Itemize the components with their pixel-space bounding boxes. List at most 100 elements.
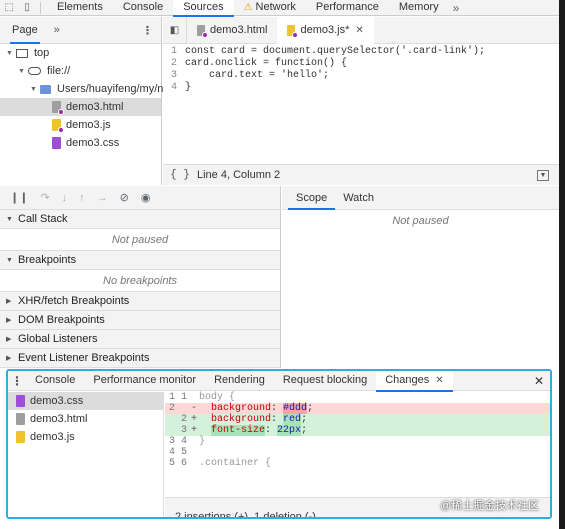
inspect-element-icon[interactable]: ⬚ xyxy=(0,0,18,15)
expand-arrow-icon[interactable]: ▼ xyxy=(18,68,28,75)
tab-scope[interactable]: Scope xyxy=(288,186,336,210)
section-title: Breakpoints xyxy=(18,254,77,266)
breakpoints-empty: No breakpoints xyxy=(0,270,280,292)
debugger-toolbar: ❙❙ ↷ ↓ ↑ → ⊘ ◉ xyxy=(0,186,281,210)
section-title: Event Listener Breakpoints xyxy=(18,352,150,364)
expand-arrow-icon[interactable]: ▼ xyxy=(6,50,16,57)
device-toolbar-icon[interactable]: ▯ xyxy=(18,0,36,15)
cursor-position: Line 4, Column 2 xyxy=(197,169,281,181)
section-xhr-breakpoints[interactable]: ▶ XHR/fetch Breakpoints xyxy=(0,292,280,311)
tab-elements[interactable]: Elements xyxy=(47,0,113,16)
devtools-window: ⬚ ▯ Elements Console Sources ⚠ Network Pe… xyxy=(0,0,559,529)
editor-tabbar: ◧ demo3.html demo3.js* ✕ xyxy=(163,16,559,44)
drawer-tab-rendering[interactable]: Rendering xyxy=(205,371,274,391)
html-file-icon xyxy=(52,101,64,115)
code-area[interactable]: 1 const card = document.querySelector('.c… xyxy=(163,46,559,94)
tab-watch[interactable]: Watch xyxy=(335,186,382,210)
close-drawer-icon[interactable]: ✕ xyxy=(534,374,544,388)
expand-arrow-icon: ▼ xyxy=(6,256,13,264)
editor-tab-demo3-js[interactable]: demo3.js* ✕ xyxy=(277,16,374,44)
code-text: card.text = 'hello'; xyxy=(185,70,330,81)
tab-performance[interactable]: Performance xyxy=(306,0,389,16)
watermark: @稀土掘金技术社区 xyxy=(440,500,540,512)
pause-icon[interactable]: ❙❙ xyxy=(10,191,28,204)
pause-on-exceptions-icon[interactable]: ◉ xyxy=(141,191,151,204)
section-call-stack[interactable]: ▼ Call Stack xyxy=(0,210,280,229)
deactivate-breakpoints-icon[interactable]: ⊘ xyxy=(120,191,129,204)
tree-item-demo3-html[interactable]: demo3.html xyxy=(0,98,161,116)
editor-tab-demo3-html[interactable]: demo3.html xyxy=(187,17,277,44)
new-line-number xyxy=(177,403,187,414)
code-editor-pane: ◧ demo3.html demo3.js* ✕ 1 const card = d… xyxy=(163,16,559,185)
tree-item-demo3-js[interactable]: demo3.js xyxy=(52,116,111,134)
step-out-icon[interactable]: ↑ xyxy=(79,192,85,204)
diff-text: .container { xyxy=(199,458,272,469)
editor-tab-label: demo3.html xyxy=(210,24,268,36)
step-into-icon[interactable]: ↓ xyxy=(62,192,68,204)
html-file-icon xyxy=(16,413,25,425)
step-icon[interactable]: → xyxy=(97,192,108,204)
close-tab-icon[interactable]: ✕ xyxy=(435,375,443,386)
drawer-tab-changes[interactable]: Changes ✕ xyxy=(376,371,454,392)
tree-item-label: Users/huayifeng/my/n xyxy=(57,83,164,95)
section-dom-breakpoints[interactable]: ▶ DOM Breakpoints xyxy=(0,311,280,330)
scope-empty: Not paused xyxy=(392,215,449,227)
tab-network[interactable]: ⚠ Network xyxy=(234,0,306,16)
diff-line: 1 1 body { xyxy=(165,392,550,403)
diff-marker xyxy=(191,447,199,458)
tab-memory[interactable]: Memory xyxy=(389,0,449,16)
new-line-number: 4 xyxy=(180,436,187,447)
close-tab-icon[interactable]: ✕ xyxy=(355,25,363,36)
changed-file-label: demo3.js xyxy=(30,431,75,443)
expand-arrow-icon: ▼ xyxy=(6,215,13,223)
navigator-menu-icon[interactable]: ⋮ xyxy=(142,24,153,37)
drawer-tab-label: Changes xyxy=(385,373,430,386)
changed-files-list: demo3.css demo3.html demo3.js xyxy=(8,392,164,517)
coverage-icon[interactable]: ▼ xyxy=(537,169,549,181)
code-text: card.onclick = function() { xyxy=(185,58,348,69)
collapse-arrow-icon: ▶ xyxy=(6,317,12,324)
section-event-listener-breakpoints[interactable]: ▶ Event Listener Breakpoints xyxy=(0,349,280,368)
tree-item-folder[interactable]: ▼ Users/huayifeng/my/n xyxy=(30,80,163,98)
scope-tabbar: Scope Watch xyxy=(282,186,559,210)
step-over-icon[interactable]: ↷ xyxy=(40,191,49,204)
cloud-icon xyxy=(28,67,41,75)
more-navigator-tabs-icon[interactable]: » xyxy=(54,24,60,36)
section-breakpoints[interactable]: ▼ Breakpoints xyxy=(0,251,280,270)
tree-item-file-origin[interactable]: ▼ file:// xyxy=(18,62,70,80)
expand-arrow-icon[interactable]: ▼ xyxy=(30,86,40,93)
tab-network-label: Network xyxy=(255,0,296,13)
diff-line: 3 4} xyxy=(165,436,550,447)
tree-item-demo3-css[interactable]: demo3.css xyxy=(52,134,119,152)
section-global-listeners[interactable]: ▶ Global Listeners xyxy=(0,330,280,349)
code-line: 1 const card = document.querySelector('.c… xyxy=(163,46,559,58)
old-line-number xyxy=(165,425,175,436)
devtools-tabbar: ⬚ ▯ Elements Console Sources ⚠ Network Pe… xyxy=(0,0,559,17)
tab-sources[interactable]: Sources xyxy=(173,0,234,17)
debugger-sidebar: ▼ Call Stack Not paused ▼ Breakpoints No b… xyxy=(0,210,281,368)
more-tabs-icon[interactable]: » xyxy=(449,1,464,15)
diff-line-added: 2 + background: red; xyxy=(165,414,550,425)
changed-file-demo3-js[interactable]: demo3.js xyxy=(8,428,163,446)
changed-file-demo3-html[interactable]: demo3.html xyxy=(8,410,163,428)
tree-item-top[interactable]: ▼ top xyxy=(6,44,49,62)
pretty-print-icon[interactable]: { } xyxy=(163,169,197,181)
line-number: 1 xyxy=(170,46,177,57)
js-file-icon xyxy=(287,24,299,38)
diff-line: 45 xyxy=(165,447,550,458)
drawer-tab-console[interactable]: Console xyxy=(26,371,84,391)
changed-file-demo3-css[interactable]: demo3.css xyxy=(8,392,163,410)
code-line: 4} xyxy=(163,82,559,94)
tab-console[interactable]: Console xyxy=(113,0,173,16)
drawer-tab-performance-monitor[interactable]: Performance monitor xyxy=(84,371,205,391)
changed-file-label: demo3.css xyxy=(30,395,84,407)
navigator-tab-page[interactable]: Page xyxy=(10,17,40,44)
drawer-tab-request-blocking[interactable]: Request blocking xyxy=(274,371,376,391)
toggle-navigator-icon[interactable]: ◧ xyxy=(163,16,187,44)
code-line: 3 card.text = 'hello'; xyxy=(163,70,559,82)
code-text: const card = document.querySelector('.ca… xyxy=(185,46,486,57)
navigator-header: Page » ⋮ xyxy=(0,17,161,44)
html-file-icon xyxy=(197,24,208,38)
drawer-menu-icon[interactable]: ⋮ xyxy=(8,374,26,388)
diff-marker xyxy=(191,392,199,403)
